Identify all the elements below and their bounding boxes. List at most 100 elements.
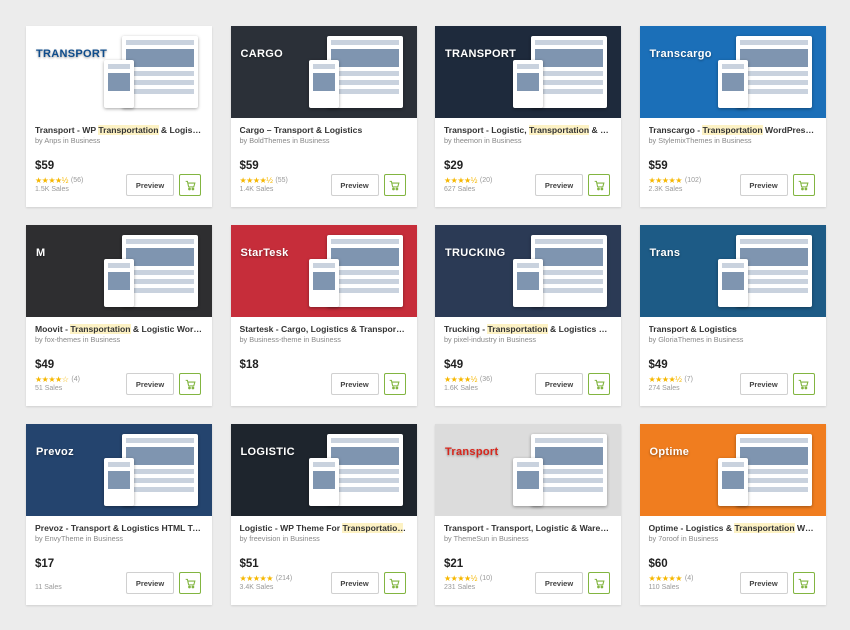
- product-title-link[interactable]: Cargo – Transport & Logistics: [240, 124, 408, 136]
- product-title-link[interactable]: Startesk - Cargo, Logistics & Transport …: [240, 323, 408, 335]
- product-title-link[interactable]: Optime - Logistics & Transportation Word…: [649, 522, 817, 534]
- product-info: Startesk - Cargo, Logistics & Transport …: [231, 317, 417, 345]
- preview-button[interactable]: Preview: [535, 174, 583, 196]
- author-category[interactable]: by theemon in Business: [444, 136, 612, 146]
- product-thumbnail[interactable]: Transcargo: [639, 26, 826, 118]
- product-thumbnail[interactable]: TRANSPORT: [26, 26, 212, 118]
- product-title-link[interactable]: Prevoz - Transport & Logistics HTML Temp…: [35, 522, 203, 534]
- thumbnail-brand-text: TRANSPORT: [445, 48, 517, 60]
- star-rating-icon: ★★★★½: [648, 375, 682, 384]
- author-category[interactable]: by freevision in Business: [240, 534, 408, 544]
- product-thumbnail[interactable]: Prevoz: [26, 424, 212, 516]
- title-text: Logistic - WP Theme For: [239, 523, 343, 533]
- rating: ★★★★½ (10): [444, 574, 492, 583]
- preview-button[interactable]: Preview: [535, 572, 583, 594]
- product-card: Transport Transport - Transport, Logistic…: [435, 424, 621, 605]
- rating-count: (4): [684, 575, 694, 582]
- preview-button[interactable]: Preview: [330, 174, 379, 196]
- product-thumbnail[interactable]: Transport: [435, 424, 621, 516]
- rating-count: (56): [70, 177, 84, 184]
- shopping-cart-icon: [594, 180, 605, 191]
- price: $51: [239, 558, 259, 570]
- product-card: Prevoz Prevoz - Transport & Logistics HTM…: [26, 424, 212, 605]
- product-thumbnail[interactable]: TRANSPORT: [435, 26, 621, 118]
- preview-screenshot: [717, 60, 748, 108]
- preview-button[interactable]: Preview: [330, 572, 379, 594]
- author-category[interactable]: by GloriaThemes in Business: [649, 335, 817, 345]
- product-thumbnail[interactable]: Trans: [639, 225, 826, 317]
- product-card: TRUCKING Trucking - Transportation & Logi…: [435, 225, 621, 406]
- price: $49: [648, 359, 668, 371]
- product-card: LOGISTIC Logistic - WP Theme For Transpor…: [230, 424, 417, 605]
- product-thumbnail[interactable]: StarTesk: [230, 225, 417, 317]
- add-to-cart-button[interactable]: [179, 174, 201, 196]
- product-title-link[interactable]: Logistic - WP Theme For Transportation B…: [240, 522, 408, 534]
- add-to-cart-button[interactable]: [179, 572, 201, 594]
- shopping-cart-icon: [798, 180, 809, 191]
- author-category[interactable]: by BoldThemes in Business: [240, 136, 408, 146]
- preview-button[interactable]: Preview: [535, 373, 583, 395]
- preview-button[interactable]: Preview: [126, 373, 174, 395]
- sales-count: 2.3K Sales: [648, 186, 683, 193]
- author-category[interactable]: by pixel-industry in Business: [444, 335, 612, 345]
- preview-button[interactable]: Preview: [126, 174, 174, 196]
- price: $49: [35, 359, 55, 371]
- product-title-link[interactable]: Moovit - Transportation & Logistic WordP…: [35, 323, 203, 335]
- add-to-cart-button[interactable]: [792, 174, 815, 196]
- product-title-link[interactable]: Transport - WP Transportation & Logistic…: [35, 124, 203, 136]
- product-thumbnail[interactable]: TRUCKING: [435, 225, 621, 317]
- product-grid: TRANSPORT Transport - WP Transportation &…: [26, 26, 826, 605]
- product-title-link[interactable]: Transcargo - Transportation WordPress Th…: [649, 124, 817, 136]
- thumbnail-brand-text: Transport: [445, 446, 499, 458]
- title-text: WordPress Theme: [797, 523, 817, 533]
- product-title-link[interactable]: Transport - Logistic, Transportation & W…: [444, 124, 612, 136]
- product-info: Transport - Transport, Logistic & Wareho…: [435, 516, 621, 544]
- rating-count: (102): [684, 177, 702, 184]
- add-to-cart-button[interactable]: [383, 373, 406, 395]
- product-info: Transcargo - Transportation WordPress Th…: [640, 118, 826, 146]
- add-to-cart-button[interactable]: [792, 373, 815, 395]
- add-to-cart-button[interactable]: [179, 373, 201, 395]
- price: $18: [239, 359, 259, 371]
- product-info: Optime - Logistics & Transportation Word…: [640, 516, 826, 544]
- product-thumbnail[interactable]: M: [26, 225, 212, 317]
- price: $59: [648, 160, 668, 172]
- rating: ★★★★½ (36): [444, 375, 492, 384]
- preview-button[interactable]: Preview: [739, 174, 788, 196]
- author-category[interactable]: by 7oroof in Business: [649, 534, 817, 544]
- title-highlight: Transportation: [98, 125, 159, 135]
- preview-screenshot: [717, 458, 748, 506]
- preview-screenshot: [104, 458, 134, 506]
- author-category[interactable]: by Anps in Business: [35, 136, 203, 146]
- preview-button[interactable]: Preview: [126, 572, 174, 594]
- product-card: TRANSPORT Transport - WP Transportation &…: [26, 26, 212, 207]
- add-to-cart-button[interactable]: [588, 572, 610, 594]
- add-to-cart-button[interactable]: [383, 174, 406, 196]
- product-card: CARGO Cargo – Transport & Logistics by Bol…: [230, 26, 417, 207]
- shopping-cart-icon: [594, 578, 605, 589]
- add-to-cart-button[interactable]: [588, 174, 610, 196]
- title-highlight: Transportation: [702, 125, 763, 135]
- preview-screenshot: [308, 60, 339, 108]
- product-thumbnail[interactable]: CARGO: [230, 26, 417, 118]
- add-to-cart-button[interactable]: [792, 572, 815, 594]
- rating: ★★★★★ (102): [649, 176, 702, 185]
- add-to-cart-button[interactable]: [588, 373, 610, 395]
- product-title-link[interactable]: Trucking - Transportation & Logistics Wo…: [444, 323, 612, 335]
- product-title-link[interactable]: Transport & Logistics: [649, 323, 817, 335]
- shopping-cart-icon: [389, 379, 400, 390]
- author-category[interactable]: by fox-themes in Business: [35, 335, 203, 345]
- price: $17: [35, 558, 55, 570]
- preview-button[interactable]: Preview: [739, 572, 788, 594]
- product-title-link[interactable]: Transport - Transport, Logistic & Wareho…: [444, 522, 612, 534]
- author-category[interactable]: by Business-theme in Business: [240, 335, 408, 345]
- preview-button[interactable]: Preview: [739, 373, 788, 395]
- author-category[interactable]: by EnvyTheme in Business: [35, 534, 203, 544]
- author-category[interactable]: by ThemeSun in Business: [444, 534, 612, 544]
- product-thumbnail[interactable]: Optime: [639, 424, 826, 516]
- rating-count: (20): [479, 177, 493, 184]
- product-thumbnail[interactable]: LOGISTIC: [230, 424, 417, 516]
- add-to-cart-button[interactable]: [383, 572, 406, 594]
- preview-button[interactable]: Preview: [330, 373, 379, 395]
- author-category[interactable]: by StylemixThemes in Business: [649, 136, 817, 146]
